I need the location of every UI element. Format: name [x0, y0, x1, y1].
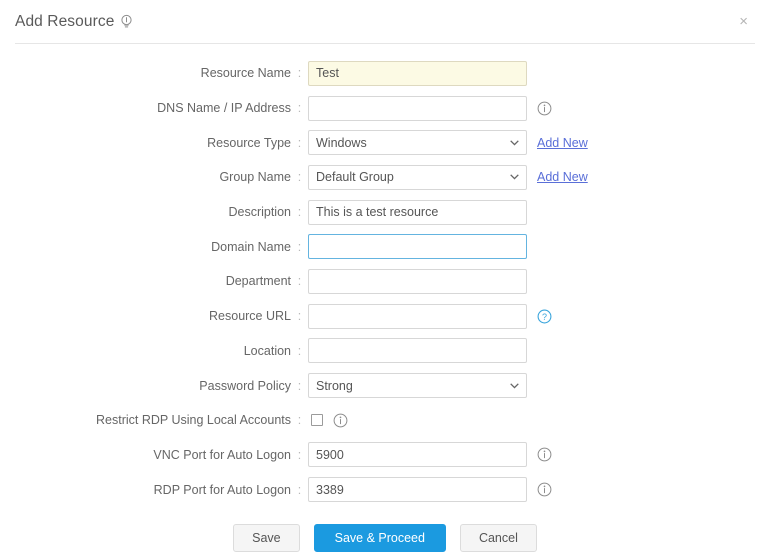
label-resource-name: Resource Name — [200, 66, 291, 81]
department-input[interactable] — [308, 268, 527, 294]
dialog-header: Add Resource × — [0, 0, 770, 43]
restrict-rdp-checkbox[interactable] — [311, 414, 323, 427]
label-resource-type: Resource Type — [207, 135, 291, 150]
dns-name-input[interactable] — [308, 95, 527, 121]
label-vnc-port: VNC Port for Auto Logon — [153, 447, 291, 462]
add-new-resource-type-link[interactable]: Add New — [537, 136, 588, 150]
cancel-button[interactable]: Cancel — [459, 523, 537, 552]
colon: : — [297, 170, 302, 185]
info-icon[interactable] — [537, 447, 552, 462]
resource-url-input[interactable] — [308, 303, 527, 329]
info-icon[interactable] — [537, 482, 552, 497]
description-input[interactable] — [308, 199, 527, 225]
label-dns-name: DNS Name / IP Address — [157, 101, 291, 116]
help-icon[interactable]: ? — [537, 309, 552, 324]
form-row-password-policy: Password Policy : Strong — [0, 368, 770, 403]
resource-name-input[interactable] — [308, 60, 527, 86]
label-department: Department — [225, 274, 291, 289]
form-row-rdp-port: RDP Port for Auto Logon : — [0, 472, 770, 507]
form-row-resource-url: Resource URL : ? — [0, 299, 770, 334]
label-location: Location — [243, 343, 291, 358]
form-actions: Save Save & Proceed Cancel — [0, 523, 770, 552]
colon: : — [297, 205, 302, 220]
form-row-location: Location : — [0, 334, 770, 369]
save-button[interactable]: Save — [233, 523, 300, 552]
colon: : — [297, 447, 302, 462]
form-row-resource-name: Resource Name : — [0, 56, 770, 91]
colon: : — [297, 101, 302, 116]
rdp-port-input[interactable] — [308, 477, 527, 503]
svg-text:?: ? — [542, 312, 547, 322]
label-group-name: Group Name — [219, 170, 291, 185]
label-domain-name: Domain Name — [211, 239, 291, 254]
info-icon[interactable] — [333, 413, 348, 428]
form-row-group-name: Group Name : Default Group Add New — [0, 160, 770, 195]
resource-type-select[interactable]: Windows — [308, 130, 527, 156]
form-row-department: Department : — [0, 264, 770, 299]
colon: : — [297, 413, 302, 428]
domain-name-input[interactable] — [308, 234, 527, 260]
colon: : — [297, 309, 302, 324]
colon: : — [297, 274, 302, 289]
form-row-domain-name: Domain Name : — [0, 229, 770, 264]
label-resource-url: Resource URL — [209, 309, 291, 324]
form-row-vnc-port: VNC Port for Auto Logon : — [0, 438, 770, 473]
info-icon[interactable] — [537, 101, 552, 116]
label-restrict-rdp: Restrict RDP Using Local Accounts — [96, 413, 291, 428]
form-row-description: Description : — [0, 195, 770, 230]
form-row-resource-type: Resource Type : Windows Add New — [0, 125, 770, 160]
colon: : — [297, 378, 302, 393]
colon: : — [297, 135, 302, 150]
lightbulb-icon[interactable] — [120, 14, 133, 29]
group-name-select[interactable]: Default Group — [308, 164, 527, 190]
colon: : — [297, 343, 302, 358]
resource-form: Resource Name : DNS Name / IP Address : … — [0, 44, 770, 552]
add-new-group-link[interactable]: Add New — [537, 170, 588, 184]
close-icon[interactable]: × — [739, 14, 748, 29]
form-row-dns-name: DNS Name / IP Address : — [0, 91, 770, 126]
colon: : — [297, 66, 302, 81]
label-description: Description — [228, 205, 291, 220]
label-password-policy: Password Policy — [199, 378, 291, 393]
form-row-restrict-rdp: Restrict RDP Using Local Accounts : — [0, 403, 770, 438]
save-and-proceed-button[interactable]: Save & Proceed — [313, 523, 446, 552]
colon: : — [297, 482, 302, 497]
password-policy-select[interactable]: Strong — [308, 373, 527, 399]
colon: : — [297, 239, 302, 254]
vnc-port-input[interactable] — [308, 442, 527, 468]
page-title: Add Resource — [15, 12, 115, 30]
location-input[interactable] — [308, 338, 527, 364]
label-rdp-port: RDP Port for Auto Logon — [153, 482, 291, 497]
